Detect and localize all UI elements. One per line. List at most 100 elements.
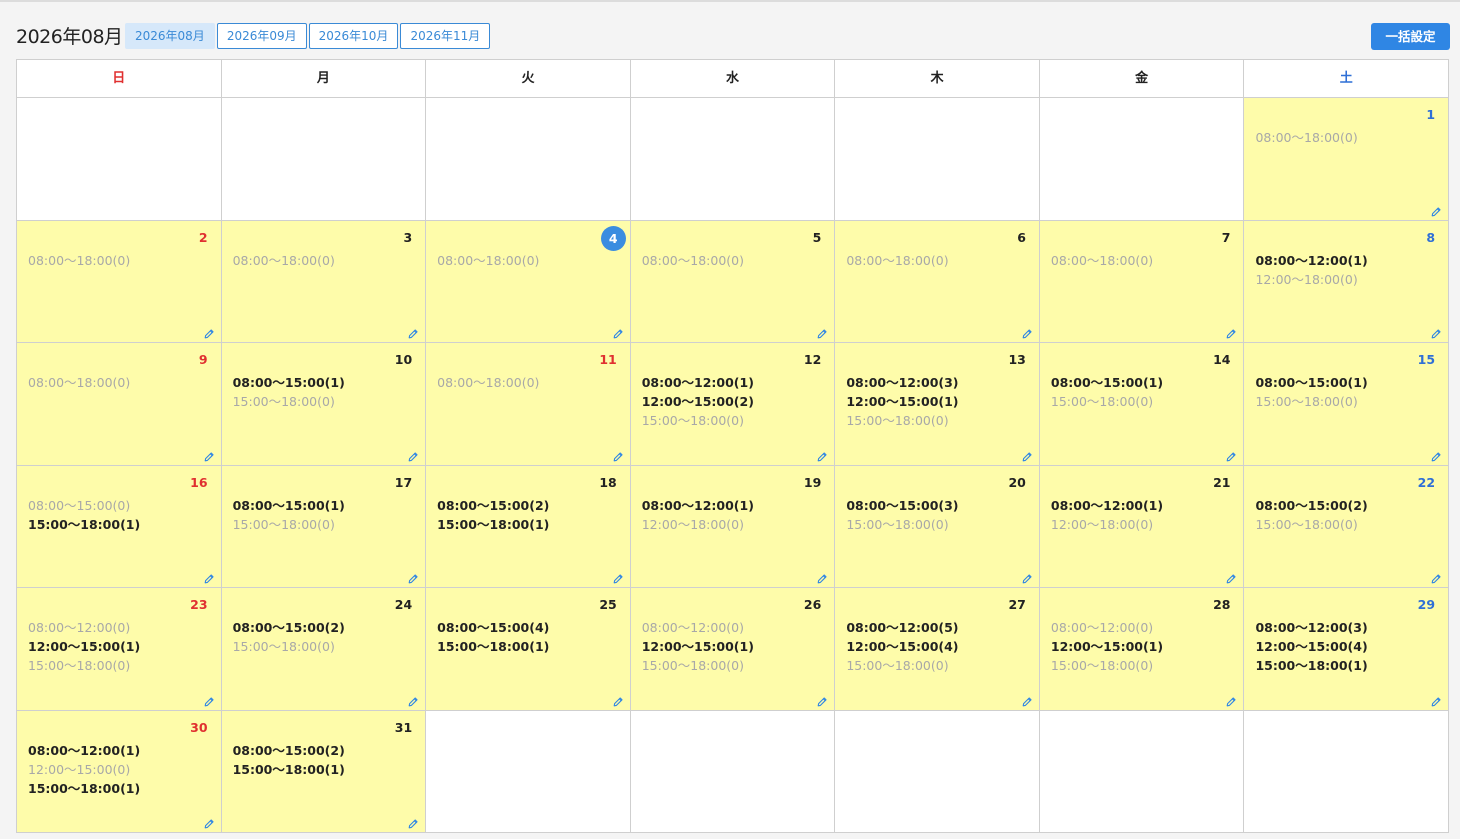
day-cell[interactable]: 18 08:00〜15:00(2) 15:00〜18:00(1) <box>426 465 631 587</box>
day-cell[interactable]: 29 08:00〜12:00(3) 12:00〜15:00(4) 15:00〜18:0… <box>1244 588 1449 710</box>
time-slot-list: 08:00〜12:00(1) 12:00〜18:00(0) <box>642 496 754 534</box>
day-cell[interactable]: 16 08:00〜15:00(0) 15:00〜18:00(1) <box>17 465 222 587</box>
time-slot-booked: 12:00〜15:00(1) <box>846 394 959 409</box>
time-slot-empty: 08:00〜12:00(0) <box>1050 620 1154 635</box>
today-day-number: 4 <box>600 225 626 251</box>
day-cell[interactable]: 4 08:00〜18:00(0) <box>426 220 631 342</box>
day-cell[interactable]: 17 08:00〜15:00(1) 15:00〜18:00(0) <box>221 465 427 587</box>
day-number: 24 <box>394 597 413 612</box>
empty-day-cell <box>1244 710 1449 832</box>
day-cell[interactable]: 12 08:00〜12:00(1) 12:00〜15:00(2) 15:00〜18:0… <box>630 343 836 465</box>
edit-pencil-icon[interactable] <box>816 325 828 339</box>
edit-pencil-icon[interactable] <box>1225 448 1237 461</box>
day-cell[interactable]: 26 08:00〜12:00(0) 12:00〜15:00(1) 15:00〜18:0… <box>630 588 836 710</box>
edit-pencil-icon[interactable] <box>203 815 215 829</box>
edit-pencil-icon[interactable] <box>612 448 624 461</box>
edit-pencil-icon[interactable] <box>816 448 828 461</box>
time-slot-booked: 08:00〜15:00(1) <box>1255 375 1368 390</box>
day-cell[interactable]: 15 08:00〜15:00(1) 15:00〜18:00(0) <box>1244 343 1449 465</box>
edit-pencil-icon[interactable] <box>1225 570 1237 584</box>
time-slot-empty: 08:00〜15:00(0) <box>28 497 131 513</box>
edit-pencil-icon[interactable] <box>203 325 215 339</box>
day-number: 7 <box>1221 229 1231 245</box>
time-slot-booked: 08:00〜15:00(2) <box>437 497 550 513</box>
day-cell[interactable]: 22 08:00〜15:00(2) 15:00〜18:00(0) <box>1244 465 1449 587</box>
day-cell[interactable]: 27 08:00〜12:00(5) 12:00〜15:00(4) 15:00〜18:0… <box>835 588 1040 710</box>
day-cell[interactable]: 19 08:00〜12:00(1) 12:00〜18:00(0) <box>630 465 836 587</box>
edit-pencil-icon[interactable] <box>612 325 624 339</box>
weekday-saturday: 土 <box>1339 71 1353 86</box>
day-cell[interactable]: 9 08:00〜18:00(0) <box>17 343 222 465</box>
edit-pencil-icon[interactable] <box>816 693 828 706</box>
day-cell[interactable]: 8 08:00〜12:00(1) 12:00〜18:00(0) <box>1244 220 1449 342</box>
weekday-wednesday: 水 <box>631 60 836 97</box>
day-cell[interactable]: 11 08:00〜18:00(0) <box>426 343 631 465</box>
day-cell[interactable]: 21 08:00〜12:00(1) 12:00〜18:00(0) <box>1039 465 1245 587</box>
day-cell[interactable]: 23 08:00〜12:00(0) 12:00〜15:00(1) 15:00〜18:0… <box>17 588 222 710</box>
edit-pencil-icon[interactable] <box>1225 325 1237 339</box>
edit-pencil-icon[interactable] <box>407 570 419 584</box>
edit-pencil-icon[interactable] <box>407 325 419 339</box>
edit-pencil-icon[interactable] <box>1430 325 1442 339</box>
day-cell[interactable]: 14 08:00〜15:00(1) 15:00〜18:00(0) <box>1039 343 1245 465</box>
day-cell[interactable]: 25 08:00〜15:00(4) 15:00〜18:00(1) <box>426 588 631 710</box>
edit-pencil-icon[interactable] <box>1430 203 1442 216</box>
edit-pencil-icon[interactable] <box>612 693 624 706</box>
time-slot-list: 08:00〜12:00(3) 12:00〜15:00(4) 15:00〜18:00(… <box>1255 618 1367 675</box>
month-tab-2026-08[interactable]: 2026年08月 <box>125 23 215 49</box>
month-tab-2026-10[interactable]: 2026年10月 <box>308 23 399 49</box>
edit-pencil-icon[interactable] <box>1021 325 1033 339</box>
edit-pencil-icon[interactable] <box>203 693 215 706</box>
edit-pencil-icon[interactable] <box>407 448 419 461</box>
time-slot-list: 08:00〜18:00(0) <box>437 251 539 270</box>
time-slot-list: 08:00〜18:00(0) <box>1255 128 1357 147</box>
edit-pencil-icon[interactable] <box>203 448 215 461</box>
edit-pencil-icon[interactable] <box>1021 448 1033 461</box>
time-slot-booked: 08:00〜15:00(1) <box>232 497 345 513</box>
month-tab-2026-11[interactable]: 2026年11月 <box>400 23 491 49</box>
edit-pencil-icon[interactable] <box>1225 693 1237 706</box>
time-slot-booked: 08:00〜12:00(1) <box>1050 497 1164 513</box>
edit-pencil-icon[interactable] <box>203 570 215 584</box>
day-cell[interactable]: 28 08:00〜12:00(0) 12:00〜15:00(1) 15:00〜18:0… <box>1039 588 1245 710</box>
weekday-tuesday: 火 <box>426 60 631 97</box>
day-cell[interactable]: 30 08:00〜12:00(1) 12:00〜15:00(0) 15:00〜18:0… <box>17 710 222 832</box>
edit-pencil-icon[interactable] <box>1430 693 1442 706</box>
edit-pencil-icon[interactable] <box>1430 448 1442 461</box>
empty-day-cell <box>835 98 1040 220</box>
calendar-week-row: 30 08:00〜12:00(1) 12:00〜15:00(0) 15:00〜18:0… <box>17 710 1449 832</box>
day-cell[interactable]: 3 08:00〜18:00(0) <box>221 220 427 342</box>
calendar-week-row: 9 08:00〜18:00(0) 10 08:00〜15:00(1) 15:00〜18:… <box>17 343 1449 466</box>
time-slot-empty: 15:00〜18:00(0) <box>232 639 335 654</box>
day-cell[interactable]: 1 08:00〜18:00(0) <box>1244 98 1449 220</box>
day-cell[interactable]: 2 08:00〜18:00(0) <box>17 220 222 342</box>
month-tab-2026-09[interactable]: 2026年09月 <box>216 23 307 49</box>
edit-pencil-icon[interactable] <box>816 570 828 584</box>
time-slot-empty: 08:00〜18:00(0) <box>232 252 335 268</box>
time-slot-booked: 08:00〜15:00(4) <box>437 620 550 635</box>
time-slot-list: 08:00〜15:00(3) 15:00〜18:00(0) <box>846 496 958 534</box>
edit-pencil-icon[interactable] <box>407 693 419 706</box>
edit-pencil-icon[interactable] <box>407 815 419 829</box>
edit-pencil-icon[interactable] <box>612 570 624 584</box>
day-cell[interactable]: 13 08:00〜12:00(3) 12:00〜15:00(1) 15:00〜18:0… <box>835 343 1040 465</box>
weekday-header: 日 月 火 水 木 金 土 <box>17 60 1448 98</box>
time-slot-list: 08:00〜18:00(0) <box>1051 251 1153 270</box>
edit-pencil-icon[interactable] <box>1430 570 1442 584</box>
edit-pencil-icon[interactable] <box>1021 693 1033 706</box>
edit-pencil-icon[interactable] <box>1021 570 1033 584</box>
day-cell[interactable]: 31 08:00〜15:00(2) 15:00〜18:00(1) <box>221 710 427 832</box>
time-slot-booked: 15:00〜18:00(1) <box>437 516 550 532</box>
time-slot-booked: 15:00〜18:00(1) <box>437 639 550 654</box>
time-slot-list: 08:00〜15:00(1) 15:00〜18:00(0) <box>1255 373 1367 411</box>
time-slot-empty: 15:00〜18:00(0) <box>1050 658 1154 673</box>
day-cell[interactable]: 7 08:00〜18:00(0) <box>1039 220 1245 342</box>
day-cell[interactable]: 5 08:00〜18:00(0) <box>630 220 836 342</box>
page-title: 2026年08月 <box>16 26 123 48</box>
bulk-settings-button[interactable]: 一括設定 <box>1371 23 1450 50</box>
day-cell[interactable]: 6 08:00〜18:00(0) <box>835 220 1040 342</box>
time-slot-empty: 12:00〜18:00(0) <box>1255 271 1358 287</box>
day-cell[interactable]: 20 08:00〜15:00(3) 15:00〜18:00(0) <box>835 465 1040 587</box>
day-cell[interactable]: 24 08:00〜15:00(2) 15:00〜18:00(0) <box>221 588 427 710</box>
day-cell[interactable]: 10 08:00〜15:00(1) 15:00〜18:00(0) <box>221 343 427 465</box>
